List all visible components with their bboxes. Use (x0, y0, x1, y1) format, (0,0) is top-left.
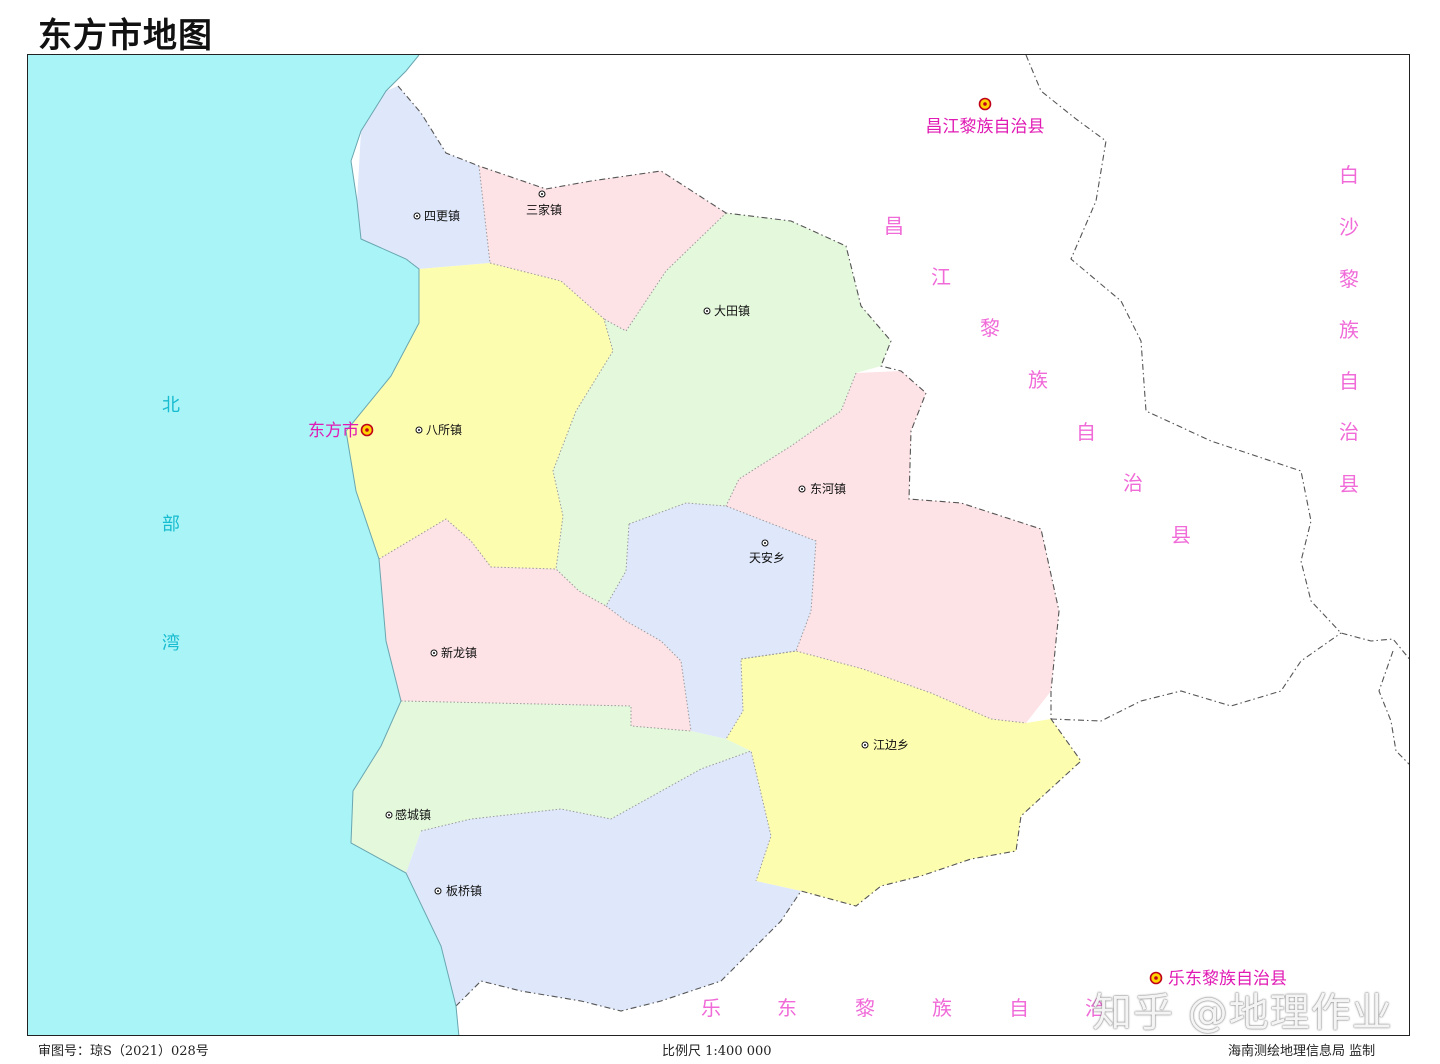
changjiang-name-char: 族 (1028, 368, 1048, 392)
map-frame[interactable]: 北 部 湾 昌 江 黎 族 自 治 县 白 沙 黎 族 自 治 县 乐 东 黎 … (27, 54, 1410, 1036)
ledong-name-char: 自 (1009, 996, 1029, 1020)
town-marker-dot (801, 488, 803, 490)
town-label: 新龙镇 (441, 645, 477, 660)
publisher: 海南测绘地理信息局 监制 (1228, 1044, 1376, 1059)
town-label: 东河镇 (810, 482, 846, 496)
baisha-name-char: 沙 (1339, 215, 1359, 239)
town-label: 江边乡 (873, 738, 909, 752)
baisha-name-char: 白 (1339, 163, 1359, 187)
changjiang-seat-label: 昌江黎族自治县 (926, 117, 1045, 137)
city-seat-icon-center (365, 428, 369, 432)
town-marker-dot (416, 215, 418, 217)
town-marker-dot (388, 814, 390, 816)
changjiang-name-char: 黎 (980, 316, 1000, 340)
town-marker-dot (418, 429, 420, 431)
town-label: 三家镇 (526, 202, 562, 217)
town-label: 天安乡 (749, 550, 785, 565)
town-label: 感城镇 (395, 807, 431, 822)
town-marker-dot (541, 193, 543, 195)
ledong-name-char: 黎 (855, 996, 875, 1020)
ledong-name-char: 族 (932, 996, 952, 1020)
sea-name-char: 部 (162, 514, 180, 535)
ledong-name-char: 东 (777, 996, 797, 1020)
map-scale: 比例尺 1:400 000 (662, 1044, 772, 1059)
baisha-name-char: 县 (1339, 472, 1359, 496)
baisha-name-char: 自 (1339, 369, 1359, 393)
changjiang-name-char: 昌 (884, 214, 904, 238)
town-marker-dot (764, 542, 766, 544)
page-title: 东方市地图 (38, 16, 213, 56)
baisha-name-char: 族 (1339, 318, 1359, 342)
town-marker-dot (864, 744, 866, 746)
ledong-name-char: 乐 (701, 996, 721, 1020)
changjiang-name-char: 江 (931, 265, 951, 289)
changjiang-name-char: 县 (1171, 523, 1191, 547)
county-seat-icon-center (983, 102, 987, 106)
approval-number: 审图号：琼S（2021）028号 (38, 1044, 209, 1059)
town-label: 大田镇 (714, 304, 750, 318)
town-label: 板桥镇 (446, 884, 482, 898)
town-label: 八所镇 (426, 423, 462, 437)
baisha-name-char: 黎 (1339, 267, 1359, 291)
changjiang-name-char: 自 (1076, 420, 1096, 444)
watermark: 知乎 @地理作业 (1092, 990, 1393, 1036)
town-marker-dot (437, 890, 439, 892)
sea-name-char: 北 (162, 395, 180, 416)
changjiang-name-char: 治 (1123, 471, 1143, 495)
town-label: 四更镇 (424, 209, 460, 223)
baisha-name-char: 治 (1339, 420, 1359, 444)
town-marker-dot (706, 310, 708, 312)
sea-name-char: 湾 (162, 633, 180, 654)
town-marker-dot (433, 652, 435, 654)
city-seat-label: 东方市 (308, 421, 359, 441)
map-canvas[interactable]: 北 部 湾 昌 江 黎 族 自 治 县 白 沙 黎 族 自 治 县 乐 东 黎 … (28, 55, 1410, 1036)
